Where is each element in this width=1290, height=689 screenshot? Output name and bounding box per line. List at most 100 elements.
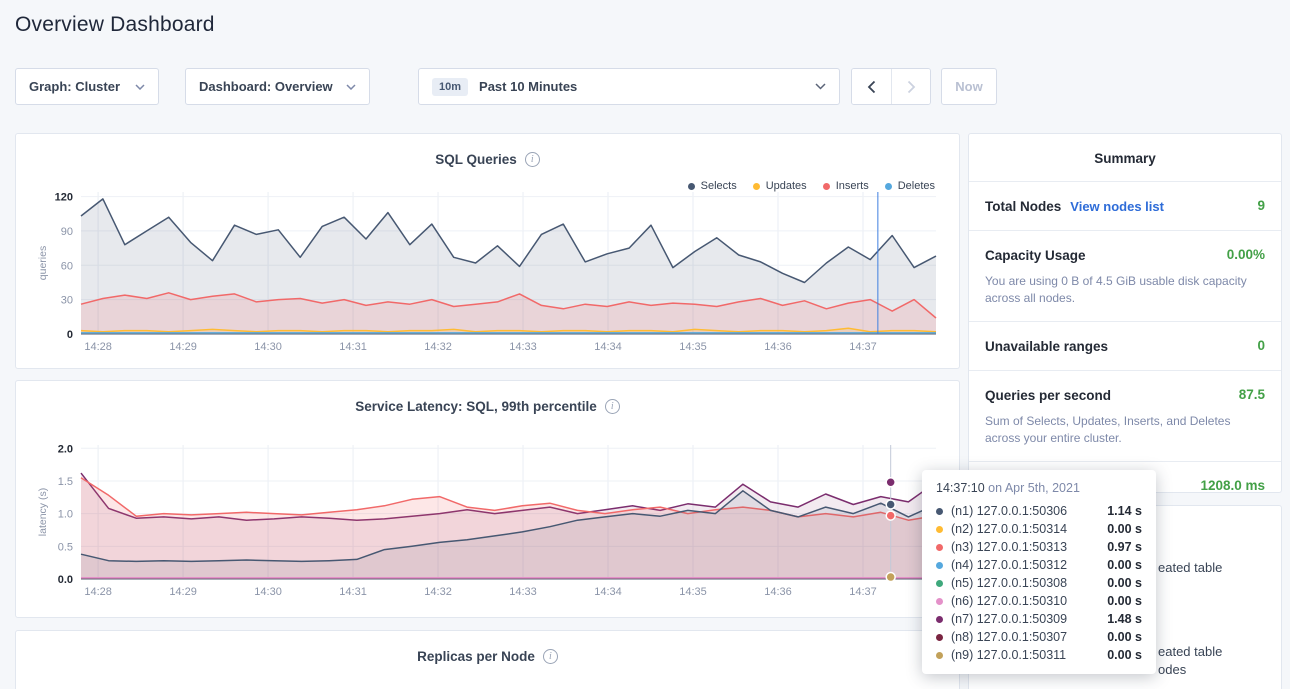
tooltip-node-row: (n9) 127.0.0.1:503110.00 s	[936, 646, 1142, 664]
svg-text:90: 90	[61, 226, 73, 238]
tooltip-header: 14:37:10 on Apr 5th, 2021	[936, 481, 1142, 495]
tooltip-node-row: (n5) 127.0.0.1:503080.00 s	[936, 574, 1142, 592]
tooltip-node-row: (n7) 127.0.0.1:503091.48 s	[936, 610, 1142, 628]
svg-text:14:33: 14:33	[509, 341, 537, 353]
summary-row-value: 87.5	[1239, 387, 1265, 402]
chart-hover-tooltip: 14:37:10 on Apr 5th, 2021 (n1) 127.0.0.1…	[922, 470, 1156, 674]
chart-title-text: Replicas per Node	[417, 649, 535, 664]
tooltip-node-value: 0.00 s	[1107, 558, 1142, 572]
svg-text:14:28: 14:28	[84, 586, 112, 598]
node-color-dot-icon	[936, 526, 943, 533]
svg-text:0: 0	[67, 329, 73, 341]
tooltip-node-row: (n2) 127.0.0.1:503140.00 s	[936, 520, 1142, 538]
svg-text:14:28: 14:28	[84, 341, 112, 353]
summary-row-label: Queries per second	[985, 388, 1111, 403]
node-color-dot-icon	[936, 616, 943, 623]
tooltip-node-address: (n5) 127.0.0.1:50308	[951, 576, 1107, 590]
tooltip-node-address: (n9) 127.0.0.1:50311	[951, 648, 1107, 662]
tooltip-node-value: 0.00 s	[1107, 576, 1142, 590]
summary-row-desc: Sum of Selects, Updates, Inserts, and De…	[985, 413, 1265, 447]
event-item-fragment[interactable]: eated table	[1158, 560, 1222, 575]
next-timespan-button[interactable]	[891, 69, 930, 104]
svg-text:1.0: 1.0	[58, 509, 73, 521]
event-item-fragment[interactable]: odes	[1158, 662, 1186, 677]
tooltip-node-address: (n7) 127.0.0.1:50309	[951, 612, 1107, 626]
svg-text:14:35: 14:35	[679, 341, 707, 353]
node-color-dot-icon	[936, 634, 943, 641]
tooltip-node-row: (n6) 127.0.0.1:503100.00 s	[936, 592, 1142, 610]
node-color-dot-icon	[936, 562, 943, 569]
svg-text:14:34: 14:34	[594, 586, 622, 598]
summary-row-label: Total Nodes	[985, 199, 1061, 214]
tooltip-node-value: 0.00 s	[1107, 522, 1142, 536]
tooltip-node-value: 1.14 s	[1107, 504, 1142, 518]
tooltip-node-row: (n3) 127.0.0.1:503130.97 s	[936, 538, 1142, 556]
service-latency-chart[interactable]: 14:2814:2914:3014:3114:3214:3314:3414:35…	[16, 381, 961, 619]
time-range-dropdown[interactable]: 10m Past 10 Minutes	[418, 68, 840, 105]
svg-text:14:35: 14:35	[679, 586, 707, 598]
svg-text:120: 120	[55, 192, 73, 204]
now-button[interactable]: Now	[941, 68, 997, 105]
svg-text:60: 60	[61, 260, 73, 272]
tooltip-node-address: (n6) 127.0.0.1:50310	[951, 594, 1107, 608]
tooltip-node-address: (n4) 127.0.0.1:50312	[951, 558, 1107, 572]
tooltip-node-address: (n2) 127.0.0.1:50314	[951, 522, 1107, 536]
chart-title: Replicas per Node i	[16, 649, 959, 664]
summary-rows: Total Nodes View nodes list 9 Capacity Usag…	[969, 181, 1281, 510]
summary-row-label: Capacity Usage	[985, 248, 1086, 263]
svg-text:14:34: 14:34	[594, 341, 622, 353]
node-color-dot-icon	[936, 508, 943, 515]
page-title: Overview Dashboard	[15, 13, 215, 37]
overview-dashboard-page: Overview Dashboard Graph: Cluster Dashbo…	[0, 0, 1290, 689]
svg-text:0.0: 0.0	[58, 574, 73, 586]
time-range-badge: 10m	[432, 78, 468, 96]
view-nodes-list-link[interactable]: View nodes list	[1070, 199, 1164, 214]
svg-text:latency (s): latency (s)	[37, 488, 49, 536]
svg-text:14:29: 14:29	[169, 341, 197, 353]
event-item-fragment[interactable]: eated table	[1158, 644, 1222, 659]
summary-row-label: Unavailable ranges	[985, 339, 1108, 354]
summary-row: Queries per second 87.5 Sum of Selects, Up…	[969, 370, 1281, 461]
svg-text:14:30: 14:30	[254, 341, 282, 353]
tooltip-node-address: (n1) 127.0.0.1:50306	[951, 504, 1107, 518]
node-color-dot-icon	[936, 652, 943, 659]
svg-text:30: 30	[61, 295, 73, 307]
node-color-dot-icon	[936, 580, 943, 587]
svg-text:14:33: 14:33	[509, 586, 537, 598]
sql-queries-panel: SQL Queries i SelectsUpdatesInsertsDelet…	[15, 133, 960, 369]
tooltip-node-value: 0.00 s	[1107, 648, 1142, 662]
chevron-down-icon	[135, 84, 145, 90]
svg-text:14:36: 14:36	[764, 341, 792, 353]
time-pager	[851, 68, 931, 105]
summary-row-value: 9	[1257, 198, 1265, 213]
tooltip-node-address: (n8) 127.0.0.1:50307	[951, 630, 1107, 644]
svg-text:14:31: 14:31	[339, 341, 367, 353]
summary-row: Unavailable ranges0	[969, 321, 1281, 370]
svg-text:0.5: 0.5	[58, 541, 73, 553]
now-button-label: Now	[955, 79, 982, 94]
replicas-per-node-panel: Replicas per Node i	[15, 630, 960, 689]
svg-text:14:37: 14:37	[849, 341, 877, 353]
tooltip-node-row: (n4) 127.0.0.1:503120.00 s	[936, 556, 1142, 574]
svg-text:14:29: 14:29	[169, 586, 197, 598]
previous-timespan-button[interactable]	[852, 69, 891, 104]
svg-text:14:36: 14:36	[764, 586, 792, 598]
tooltip-time: 14:37:10	[936, 481, 985, 495]
node-color-dot-icon	[936, 544, 943, 551]
info-icon[interactable]: i	[543, 649, 558, 664]
tooltip-node-value: 0.00 s	[1107, 594, 1142, 608]
node-color-dot-icon	[936, 598, 943, 605]
graph-selector-dropdown[interactable]: Graph: Cluster	[15, 68, 159, 105]
dashboard-selector-dropdown[interactable]: Dashboard: Overview	[185, 68, 370, 105]
chevron-down-icon	[815, 83, 826, 90]
svg-text:14:30: 14:30	[254, 586, 282, 598]
svg-text:queries: queries	[37, 246, 49, 280]
svg-text:14:37: 14:37	[849, 586, 877, 598]
tooltip-node-value: 1.48 s	[1107, 612, 1142, 626]
summary-panel: Summary Total NodesView nodes list9Capac…	[968, 133, 1282, 493]
tooltip-node-value: 0.00 s	[1107, 630, 1142, 644]
tooltip-node-address: (n3) 127.0.0.1:50313	[951, 540, 1107, 554]
summary-row-desc: You are using 0 B of 4.5 GiB usable disk…	[985, 273, 1265, 307]
tooltip-node-value: 0.97 s	[1107, 540, 1142, 554]
sql-queries-chart[interactable]: 14:2814:2914:3014:3114:3214:3314:3414:35…	[16, 134, 961, 370]
